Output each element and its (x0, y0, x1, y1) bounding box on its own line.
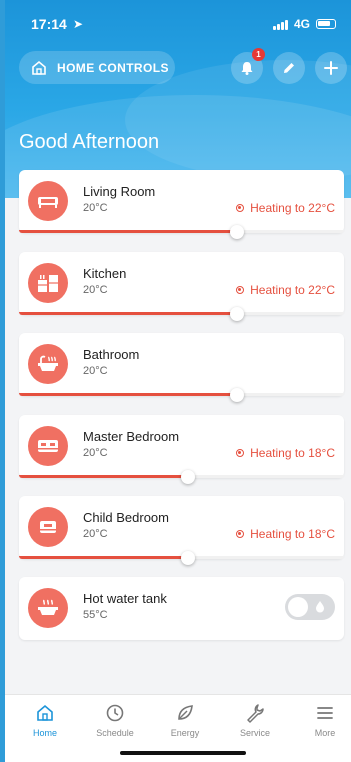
room-temperature: 20°C (83, 202, 108, 214)
bed-icon (28, 426, 68, 466)
network-label: 4G (293, 17, 310, 31)
temperature-slider[interactable] (19, 225, 344, 239)
house-icon (32, 60, 46, 75)
home-indicator (120, 751, 246, 755)
room-name: Kitchen (83, 266, 127, 281)
heating-icon (236, 449, 245, 457)
room-card-bathroom[interactable]: Bathroom 20°C (19, 333, 344, 402)
hot-water-toggle[interactable] (285, 594, 335, 620)
app-screen: 17:14 ➤ 4G HOME CONTROLS 1 Good Afternoo… (0, 0, 351, 762)
wrench-icon (247, 704, 264, 723)
room-name: Hot water tank (83, 591, 167, 606)
tab-label: Service (239, 728, 270, 738)
slider-thumb[interactable] (229, 388, 244, 402)
tab-label: Home (32, 728, 57, 738)
home-icon (37, 704, 53, 721)
tab-more[interactable]: More (295, 701, 351, 738)
room-name: Child Bedroom (83, 510, 169, 525)
slider-fill (19, 312, 237, 315)
menu-icon (317, 707, 333, 719)
slider-thumb[interactable] (229, 225, 244, 239)
heating-icon (236, 286, 245, 294)
water-tank-icon (28, 588, 68, 628)
tab-schedule[interactable]: Schedule (85, 701, 145, 738)
heating-status: Heating to 18°C (236, 446, 335, 460)
slider-thumb[interactable] (181, 551, 195, 565)
single-bed-icon (28, 507, 68, 547)
room-temperature: 20°C (83, 365, 108, 377)
room-card-kitchen[interactable]: Kitchen 20°C Heating to 22°C (19, 252, 344, 321)
kitchen-icon (28, 263, 68, 303)
slider-thumb[interactable] (229, 307, 244, 321)
toggle-knob (288, 597, 308, 617)
slider-fill (19, 393, 237, 396)
heating-icon (236, 530, 245, 538)
heating-status: Heating to 18°C (236, 527, 335, 541)
room-temperature: 20°C (83, 284, 108, 296)
room-name: Master Bedroom (83, 429, 180, 444)
room-temperature: 55°C (83, 609, 108, 621)
add-button[interactable] (315, 52, 347, 84)
heating-status-label: Heating to 18°C (250, 527, 335, 541)
heating-icon (236, 204, 245, 212)
room-name: Bathroom (83, 347, 140, 362)
slider-fill (19, 556, 188, 559)
slider-fill (19, 230, 237, 233)
heating-status: Heating to 22°C (236, 201, 335, 215)
tab-energy[interactable]: Energy (155, 701, 215, 738)
temperature-slider[interactable] (19, 307, 344, 321)
clock-icon (106, 704, 124, 722)
signal-icon (272, 19, 288, 30)
edit-button[interactable] (273, 52, 305, 84)
status-time: 17:14 (31, 16, 67, 32)
battery-icon (316, 19, 336, 29)
tab-service[interactable]: Service (225, 701, 285, 738)
plus-icon (324, 61, 338, 75)
greeting-title: Good Afternoon (19, 131, 160, 153)
notification-badge: 1 (252, 48, 265, 61)
heating-status-label: Heating to 22°C (250, 201, 335, 215)
slider-fill (19, 475, 188, 478)
status-bar: 17:14 ➤ 4G (5, 14, 351, 36)
tab-label: More (314, 728, 336, 738)
bathtub-icon (28, 344, 68, 384)
status-indicators: 4G (272, 17, 336, 31)
temperature-slider[interactable] (19, 551, 344, 565)
room-name: Living Room (83, 184, 156, 199)
room-card-hot-water-tank[interactable]: Hot water tank 55°C (19, 577, 344, 640)
slider-thumb[interactable] (181, 470, 195, 484)
location-arrow-icon: ➤ (73, 17, 84, 31)
heating-status-label: Heating to 18°C (250, 446, 335, 460)
room-temperature: 20°C (83, 447, 108, 459)
pencil-icon (284, 63, 294, 73)
tab-label: Energy (170, 728, 200, 738)
room-temperature: 20°C (83, 528, 108, 540)
tab-label: Schedule (96, 728, 134, 738)
home-controls-label: HOME CONTROLS (57, 60, 169, 75)
room-card-master-bedroom[interactable]: Master Bedroom 20°C Heating to 18°C (19, 415, 344, 484)
room-card-child-bedroom[interactable]: Child Bedroom 20°C Heating to 18°C (19, 496, 344, 565)
heating-status-label: Heating to 22°C (250, 283, 335, 297)
temperature-slider[interactable] (19, 470, 344, 484)
leaf-icon (178, 705, 193, 720)
water-drop-icon (316, 601, 324, 613)
sofa-icon (28, 181, 68, 221)
temperature-slider[interactable] (19, 388, 344, 402)
bell-icon (241, 62, 253, 75)
notifications-button[interactable]: 1 (231, 48, 265, 84)
heating-status: Heating to 22°C (236, 283, 335, 297)
room-card-living-room[interactable]: Living Room 20°C Heating to 22°C (19, 170, 344, 239)
home-controls-button[interactable]: HOME CONTROLS (19, 51, 175, 84)
tab-home[interactable]: Home (15, 701, 75, 738)
